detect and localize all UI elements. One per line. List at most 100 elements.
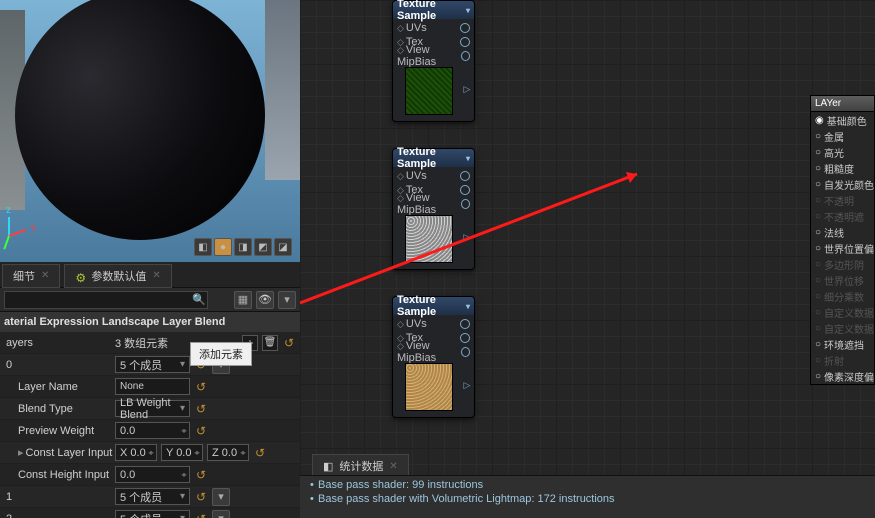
vp-shape-plane-button[interactable]: ◨ xyxy=(234,238,252,256)
output-pin[interactable]: 高光 xyxy=(811,144,874,160)
pin-label: 自发光颜色 xyxy=(824,177,874,192)
reset-button[interactable]: ↺ xyxy=(253,446,267,460)
pin-bias[interactable]: View MipBias xyxy=(397,44,461,68)
vp-shape-custom-button[interactable]: ◪ xyxy=(274,238,292,256)
pin-out-g[interactable] xyxy=(461,199,470,209)
pin-out-rgba[interactable] xyxy=(462,361,472,409)
layer-name-field[interactable] xyxy=(115,378,190,395)
pin-label: 不透明遮 xyxy=(824,209,864,224)
reset-button[interactable]: ↺ xyxy=(194,402,208,416)
output-pin: 不透明遮 xyxy=(811,208,874,224)
annotation-line xyxy=(300,0,875,518)
output-pin[interactable]: 基础颜色 xyxy=(811,112,874,128)
dropdown-button[interactable]: ▾ xyxy=(278,291,296,309)
output-pin[interactable]: 金属 xyxy=(811,128,874,144)
member-dropdown[interactable]: 5 个成员 xyxy=(115,356,190,373)
reset-button[interactable]: ↺ xyxy=(194,468,208,482)
output-title: LAYer xyxy=(811,96,874,112)
pin-out-rgb[interactable] xyxy=(460,171,470,181)
close-icon[interactable]: ✕ xyxy=(389,461,397,472)
pin-bias[interactable]: View MipBias xyxy=(397,340,461,364)
vp-shape-cylinder-button[interactable]: ◧ xyxy=(194,238,212,256)
search-lens-icon[interactable]: 🔍 xyxy=(190,291,208,309)
reset-button[interactable]: ↺ xyxy=(194,380,208,394)
const-height-field[interactable]: 0.0◂▸ xyxy=(115,466,190,483)
node-texture-sample-2[interactable]: Texture Sample▾ UVs Tex View MipBias xyxy=(392,148,475,270)
pin-uvs[interactable]: UVs xyxy=(397,318,427,330)
output-pin[interactable]: 世界位置偏 xyxy=(811,240,874,256)
texture-thumb[interactable] xyxy=(405,363,453,411)
output-pin[interactable]: 法线 xyxy=(811,224,874,240)
matrix-view-button[interactable]: ▦ xyxy=(234,291,252,309)
pin-label: 高光 xyxy=(824,145,844,160)
expand-button[interactable]: ▾ xyxy=(212,510,230,518)
output-pin[interactable]: 粗糙度 xyxy=(811,160,874,176)
stats-tab-bar: ◧统计数据✕ xyxy=(310,455,411,475)
pin-out-g[interactable] xyxy=(461,51,470,61)
pin-label: 像素深度偏 xyxy=(824,369,874,384)
output-pin[interactable]: 自发光颜色 xyxy=(811,176,874,192)
output-pin: 不透明 xyxy=(811,192,874,208)
expand-button[interactable]: ▾ xyxy=(212,488,230,506)
pin-label: 粗糙度 xyxy=(824,161,854,176)
member-dropdown[interactable]: 5 个成员 xyxy=(115,510,190,518)
output-pin[interactable]: 像素深度偏 xyxy=(811,368,874,384)
visibility-filter-button[interactable] xyxy=(256,291,274,309)
material-graph[interactable]: Texture Sample▾ UVs Tex View MipBias Tex… xyxy=(300,0,875,518)
pin-icon xyxy=(815,338,821,350)
details-tabs: 细节✕ 参数默认值✕ xyxy=(0,262,300,288)
output-pin: 自定义数据 xyxy=(811,320,874,336)
const-layer-z-field[interactable]: Z 0.0◂▸ xyxy=(207,444,249,461)
prop-label-const-layer[interactable]: ▸Const Layer Input xyxy=(0,446,115,459)
gear-icon xyxy=(75,271,85,281)
prop-label-const-height: Const Height Input xyxy=(0,469,115,481)
blend-type-dropdown[interactable]: LB Weight Blend xyxy=(115,400,190,417)
pin-out-g[interactable] xyxy=(461,347,470,357)
material-preview-viewport[interactable]: ◧ ● ◨ ◩ ◪ xyxy=(0,0,300,262)
vp-shape-cube-button[interactable]: ◩ xyxy=(254,238,272,256)
pin-uvs[interactable]: UVs xyxy=(397,170,427,182)
pin-label: 细分乘数 xyxy=(824,289,864,304)
node-header[interactable]: Texture Sample▾ xyxy=(393,297,474,315)
preview-weight-field[interactable]: 0.0◂▸ xyxy=(115,422,190,439)
reset-button[interactable]: ↺ xyxy=(282,336,296,350)
pin-icon xyxy=(815,290,821,302)
prop-label-idx0[interactable]: 0 xyxy=(0,359,115,371)
pin-out-rgba[interactable] xyxy=(462,213,472,261)
const-layer-x-field[interactable]: X 0.0◂▸ xyxy=(115,444,157,461)
output-pin[interactable]: 环境遮挡 xyxy=(811,336,874,352)
pin-out-r[interactable] xyxy=(460,333,470,343)
pin-out-rgb[interactable] xyxy=(460,319,470,329)
pin-out-rgb[interactable] xyxy=(460,23,470,33)
member-dropdown[interactable]: 5 个成员 xyxy=(115,488,190,505)
pin-uvs[interactable]: UVs xyxy=(397,22,427,34)
pin-icon xyxy=(815,322,821,334)
texture-thumb[interactable] xyxy=(405,215,453,263)
reset-button[interactable]: ↺ xyxy=(194,512,208,518)
details-search-input[interactable] xyxy=(4,291,208,309)
reset-button[interactable]: ↺ xyxy=(194,424,208,438)
pin-label: 法线 xyxy=(824,225,844,240)
node-header[interactable]: Texture Sample▾ xyxy=(393,149,474,167)
clear-elements-button[interactable] xyxy=(262,335,278,351)
texture-thumb[interactable] xyxy=(405,67,453,115)
node-header[interactable]: Texture Sample▾ xyxy=(393,1,474,19)
close-icon[interactable]: ✕ xyxy=(152,270,160,281)
prop-label-idx2[interactable]: 2 xyxy=(0,513,115,518)
reset-button[interactable]: ↺ xyxy=(194,490,208,504)
prop-label-idx1[interactable]: 1 xyxy=(0,491,115,503)
pin-out-r[interactable] xyxy=(460,37,470,47)
const-layer-y-field[interactable]: Y 0.0◂▸ xyxy=(161,444,203,461)
pin-bias[interactable]: View MipBias xyxy=(397,192,461,216)
vp-shape-sphere-button[interactable]: ● xyxy=(214,238,232,256)
tab-details[interactable]: 细节✕ xyxy=(2,264,60,288)
pin-out-rgba[interactable] xyxy=(462,65,472,113)
node-texture-sample-3[interactable]: Texture Sample▾ UVs Tex View MipBias xyxy=(392,296,475,418)
prop-label-layer-name: Layer Name xyxy=(0,381,115,393)
tab-param-defaults[interactable]: 参数默认值✕ xyxy=(64,264,171,288)
node-texture-sample-1[interactable]: Texture Sample▾ UVs Tex View MipBias xyxy=(392,0,475,122)
pin-out-r[interactable] xyxy=(460,185,470,195)
close-icon[interactable]: ✕ xyxy=(41,270,49,281)
pin-label: 多边形阴 xyxy=(824,257,864,272)
material-output-panel[interactable]: LAYer 基础颜色金属高光粗糙度自发光颜色不透明不透明遮法线世界位置偏多边形阴… xyxy=(810,95,875,385)
